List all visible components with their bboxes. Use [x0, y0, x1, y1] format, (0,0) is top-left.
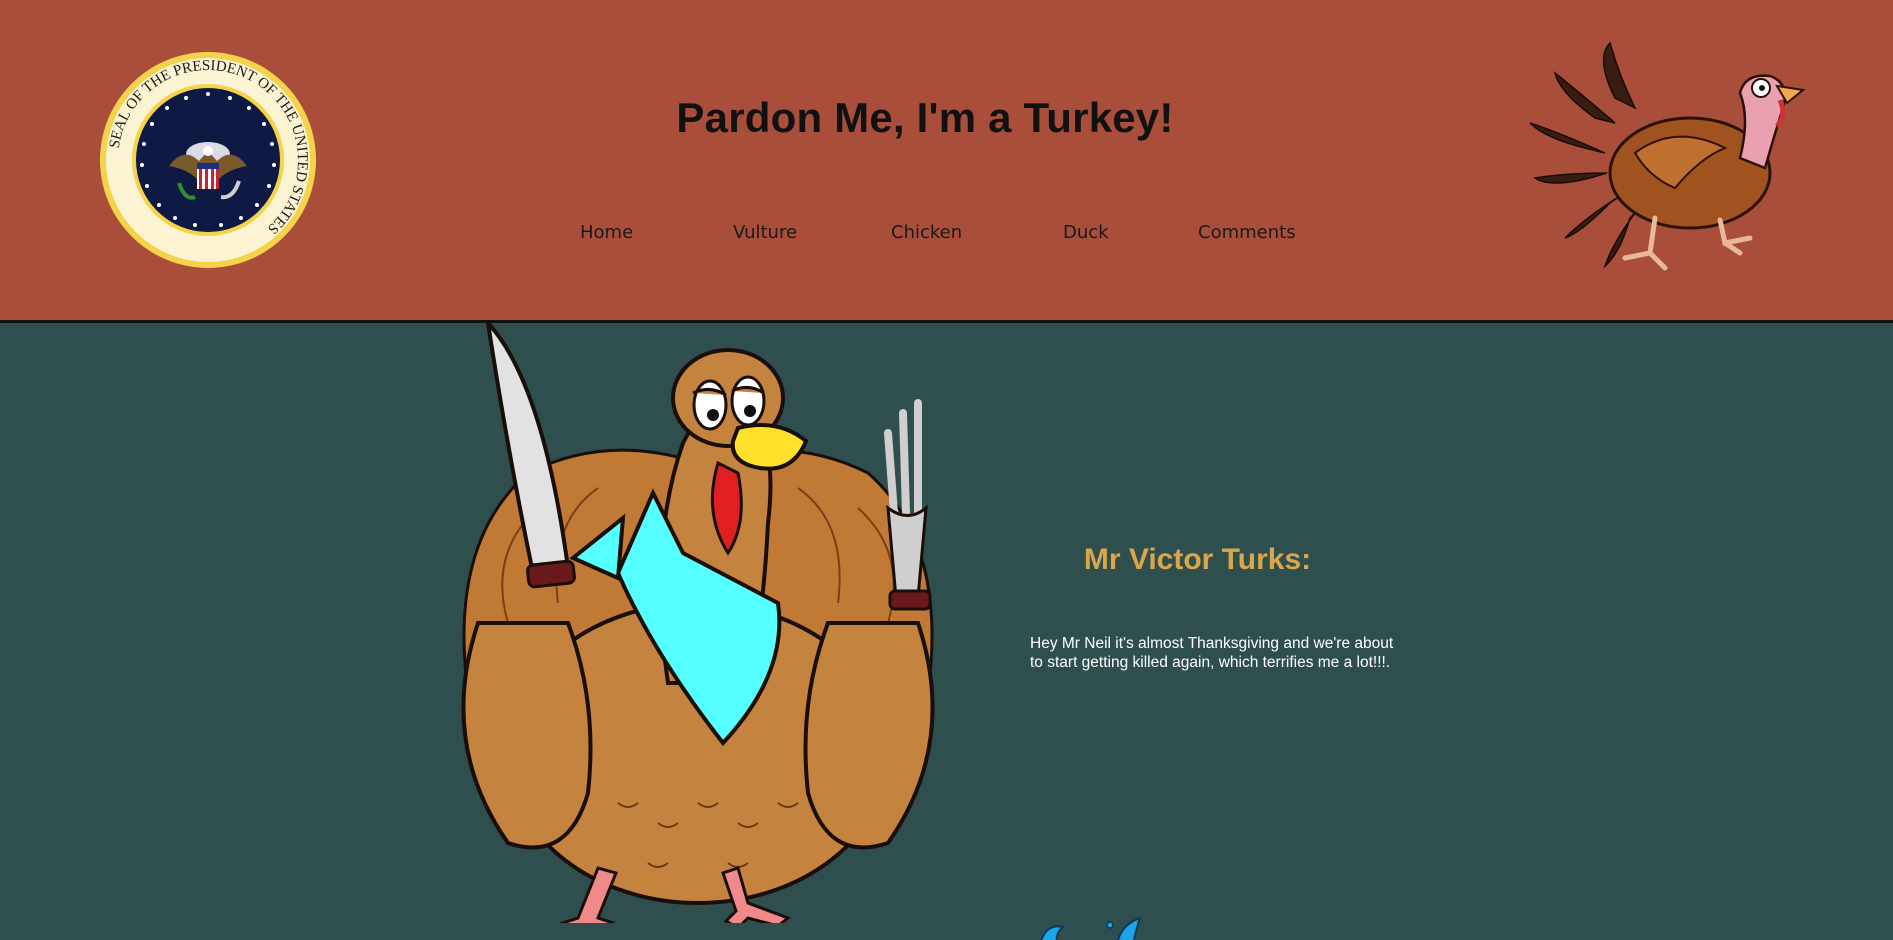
- nav-item-chicken[interactable]: Chicken: [891, 222, 962, 243]
- running-turkey-icon: [1529, 41, 1805, 271]
- quote-author: Mr Victor Turks:: [1083, 543, 1312, 576]
- main-content: Mr Victor Turks: Hey Mr Neil it's almost…: [0, 323, 1893, 940]
- site-header: SEAL OF THE PRESIDENT OF THE UNITED STAT…: [0, 0, 1893, 323]
- page: SEAL OF THE PRESIDENT OF THE UNITED STAT…: [0, 0, 1893, 940]
- page-title: Pardon Me, I'm a Turkey!: [676, 94, 1174, 141]
- nav-item-duck[interactable]: Duck: [1063, 222, 1109, 243]
- nav-item-home[interactable]: Home: [580, 222, 633, 243]
- nav-item-comments[interactable]: Comments: [1198, 222, 1296, 243]
- turkey-with-knife-and-fork-icon: [461, 323, 935, 923]
- nav-item-vulture[interactable]: Vulture: [733, 222, 797, 243]
- water-splash-icon: [1040, 916, 1142, 940]
- quote-text: Hey Mr Neil it's almost Thanksgiving and…: [1030, 635, 1394, 671]
